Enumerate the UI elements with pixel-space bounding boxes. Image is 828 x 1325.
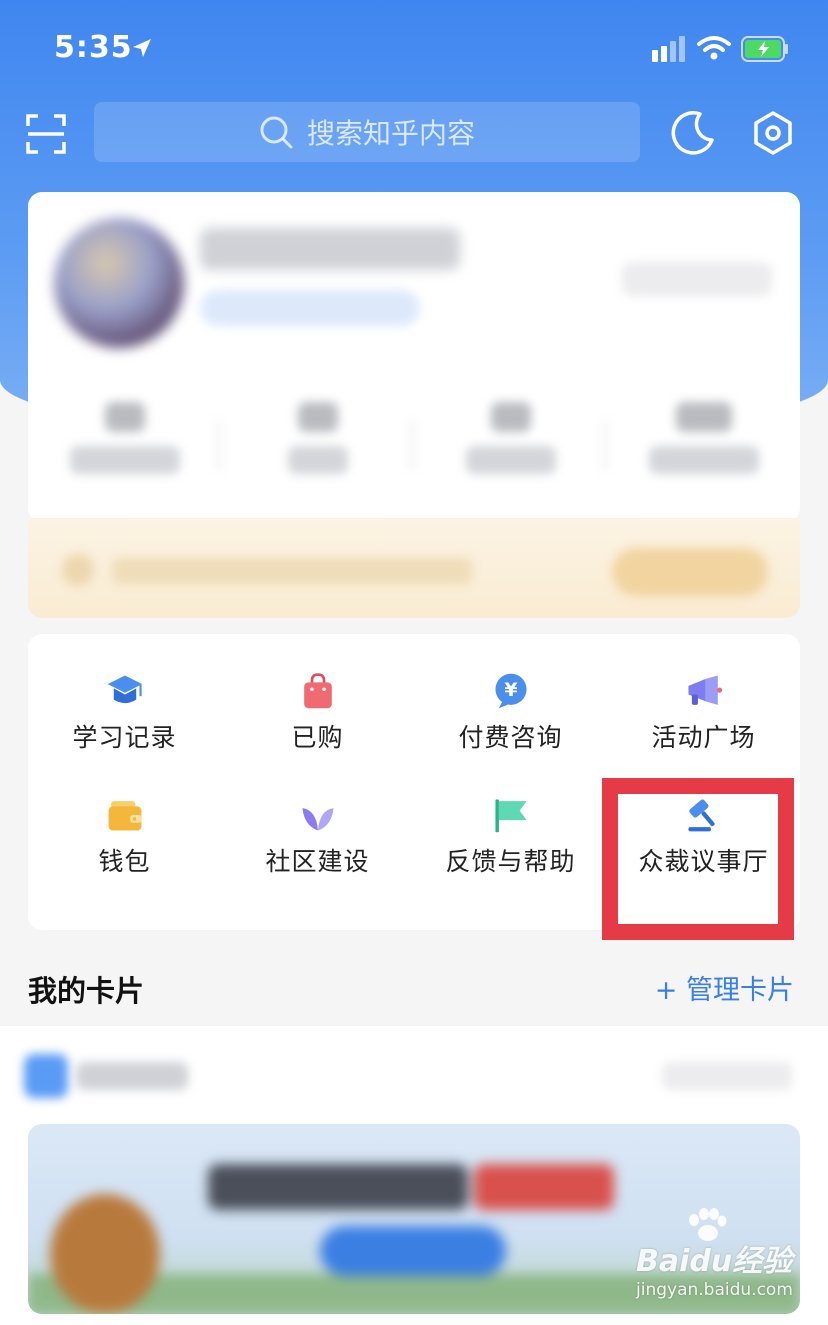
search-input[interactable]: 搜索知乎内容 <box>94 102 640 162</box>
wallet-icon <box>108 801 141 831</box>
profile-link-blurred[interactable] <box>622 262 772 296</box>
banner-button-blurred[interactable] <box>320 1226 506 1276</box>
status-bar: 5:35 <box>0 0 828 100</box>
settings-hexagon-icon[interactable] <box>752 110 794 156</box>
highlight-annotation <box>602 778 794 940</box>
megaphone-icon <box>687 675 722 705</box>
tool-wallet[interactable]: 钱包 <box>28 758 221 878</box>
graduation-cap-icon <box>107 675 142 704</box>
vip-promo-strip[interactable] <box>28 518 800 618</box>
tool-learning-record[interactable]: 学习记录 <box>28 634 221 754</box>
tool-paid-consult[interactable]: ¥ 付费咨询 <box>414 634 607 754</box>
stat-item[interactable] <box>221 402 414 492</box>
sprout-icon <box>301 808 334 831</box>
search-placeholder: 搜索知乎内容 <box>306 117 475 150</box>
card-link-blurred[interactable] <box>662 1062 792 1090</box>
tool-label: 学习记录 <box>72 723 177 752</box>
vip-icon <box>62 554 94 586</box>
yuan-chat-icon: ¥ <box>494 673 527 709</box>
tool-purchased[interactable]: 已购 <box>221 634 414 754</box>
section-title: 我的卡片 <box>28 974 145 1008</box>
my-cards-header: 我的卡片 + 管理卡片 <box>28 964 800 1008</box>
watermark-logo: Baidu经验 <box>636 1244 793 1279</box>
avatar[interactable] <box>54 218 184 348</box>
stat-item[interactable] <box>607 402 800 492</box>
tool-events[interactable]: 活动广场 <box>607 634 800 754</box>
manage-cards-link[interactable]: + 管理卡片 <box>655 968 794 1007</box>
tool-label: 社区建设 <box>265 847 370 876</box>
tool-label: 反馈与帮助 <box>445 847 576 876</box>
stat-item[interactable] <box>28 402 221 492</box>
cellular-signal-icon <box>652 36 685 62</box>
shopping-bag-icon <box>303 673 332 709</box>
vip-promo-text-blurred <box>112 558 472 584</box>
tool-label: 付费咨询 <box>458 723 563 752</box>
member-badge-blurred <box>200 290 420 326</box>
tool-label: 已购 <box>291 723 344 752</box>
search-icon <box>260 116 293 149</box>
wifi-icon <box>697 36 731 60</box>
profile-stats <box>28 402 800 492</box>
svg-text:¥: ¥ <box>504 679 517 701</box>
tool-label: 钱包 <box>98 847 151 876</box>
vip-open-button[interactable] <box>612 548 768 596</box>
card-title-blurred <box>76 1062 188 1090</box>
profile-card[interactable] <box>28 192 800 522</box>
moon-icon[interactable] <box>670 110 716 156</box>
watermark-url: jingyan.baidu.com <box>636 1280 793 1300</box>
card-icon-blurred <box>24 1054 68 1098</box>
tool-community[interactable]: 社区建设 <box>221 758 414 878</box>
battery-charging-icon <box>741 36 788 62</box>
location-arrow-icon <box>133 39 151 57</box>
scan-icon[interactable] <box>26 114 66 154</box>
username-blurred <box>200 228 460 270</box>
tool-feedback[interactable]: 反馈与帮助 <box>414 758 607 878</box>
stat-item[interactable] <box>414 402 607 492</box>
flag-icon <box>494 799 527 833</box>
top-bar: 搜索知乎内容 <box>0 100 828 164</box>
status-time: 5:35 <box>54 30 133 65</box>
watermark: Baidu经验 jingyan.baidu.com <box>636 1208 816 1308</box>
tool-label: 活动广场 <box>651 723 756 752</box>
